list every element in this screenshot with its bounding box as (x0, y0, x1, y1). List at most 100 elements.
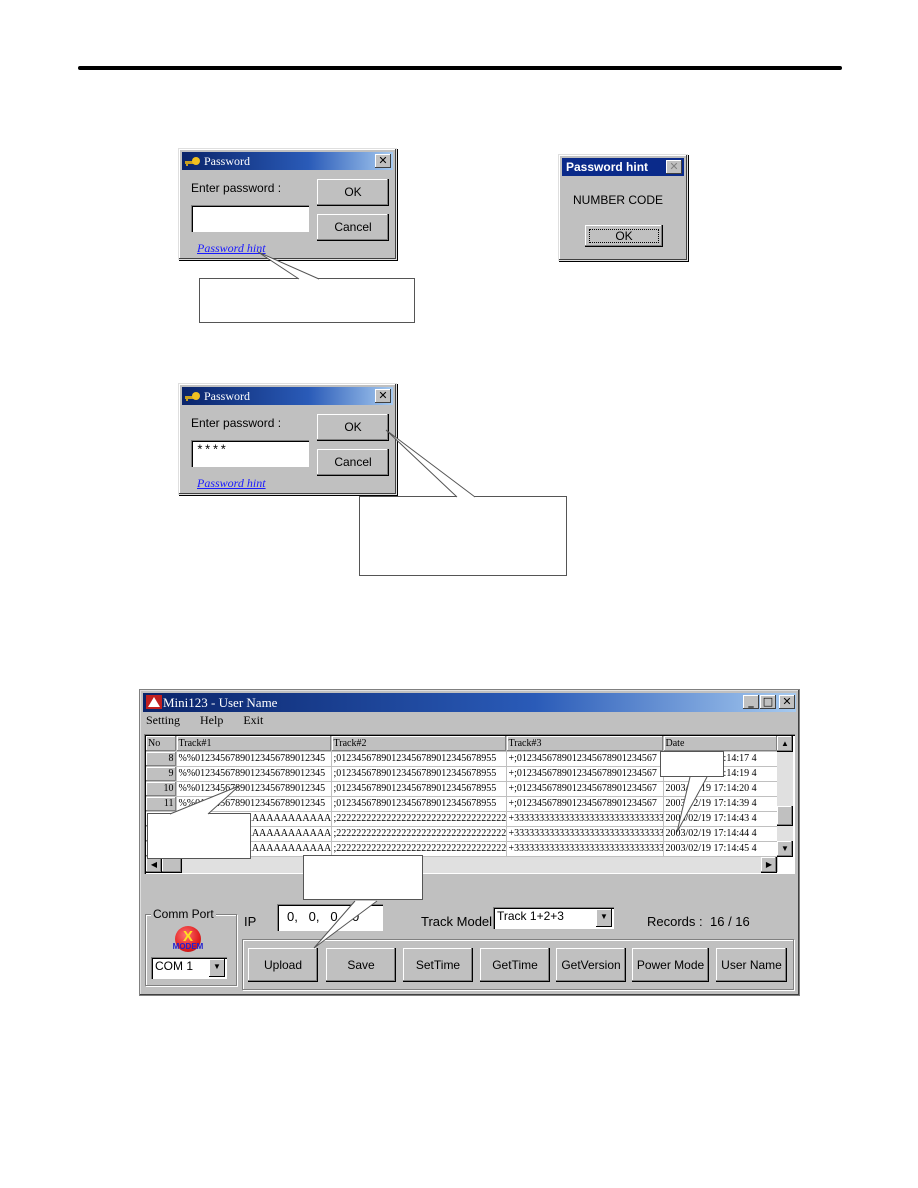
gettime-button[interactable]: GetTime (480, 948, 550, 982)
scroll-thumb[interactable] (162, 857, 182, 873)
ok-button[interactable]: OK (317, 414, 389, 441)
cancel-button[interactable]: Cancel (317, 449, 389, 476)
password-dialog-filled: Password ✕ Enter password : **** OK Canc… (178, 383, 397, 495)
comm-port-select[interactable]: COM 1 ▼ (151, 957, 227, 979)
settime-button[interactable]: SetTime (403, 948, 473, 982)
row-number[interactable]: 11 (146, 796, 177, 812)
scroll-left-icon[interactable]: ◀ (146, 857, 162, 873)
callout-box (147, 813, 251, 859)
vertical-scrollbar[interactable]: ▲ ▼ (777, 736, 793, 857)
password-input[interactable] (191, 205, 309, 232)
cancel-button[interactable]: Cancel (317, 214, 389, 241)
track2-cell: ;2222222222222222222222222222222222 (331, 811, 507, 827)
track3-cell: +;0123456789012345678901234567 (506, 766, 664, 782)
dropdown-arrow-icon[interactable]: ▼ (209, 959, 225, 977)
callout-box (359, 496, 567, 576)
callout-box (199, 278, 415, 323)
upload-button[interactable]: Upload (248, 948, 318, 982)
callout-leader-lines (169, 251, 708, 949)
key-icon (185, 392, 200, 401)
password-input[interactable]: **** (191, 440, 309, 467)
col-date[interactable]: Date (663, 736, 778, 752)
ok-button[interactable]: OK (585, 225, 663, 247)
close-button[interactable]: ✕ (375, 154, 391, 168)
track1-cell: %%01234567890123456789012345 (176, 781, 332, 797)
track-model-select[interactable]: Track 1+2+3 ▼ (493, 907, 614, 929)
track-model-value: Track 1+2+3 (497, 909, 564, 923)
dialog-title: Password (204, 389, 251, 403)
user-name-button[interactable]: User Name (716, 948, 787, 982)
title-bar: Password ✕ (182, 387, 393, 405)
title-bar: Mini123 - User Name _ □ ✕ (143, 693, 796, 712)
title-bar: Password ✕ (182, 152, 393, 170)
track3-cell: +;0123456789012345678901234567 (506, 796, 664, 812)
close-button[interactable]: ✕ (666, 160, 682, 174)
menu-setting[interactable]: Setting (143, 713, 180, 727)
scroll-up-icon[interactable]: ▲ (777, 736, 793, 752)
password-hint-link[interactable]: Password hint (197, 241, 266, 256)
getversion-button[interactable]: GetVersion (556, 948, 626, 982)
track-model-label: Track Model (421, 914, 493, 929)
records-label: Records : (647, 914, 703, 929)
password-hint-link[interactable]: Password hint (197, 476, 266, 491)
track2-cell: ;01234567890123456789012345678955 (331, 751, 507, 767)
menu-exit[interactable]: Exit (240, 713, 263, 727)
power-mode-button[interactable]: Power Mode (632, 948, 709, 982)
comm-port-label: Comm Port (151, 907, 216, 921)
menu-help[interactable]: Help (197, 713, 223, 727)
track3-cell: +333333333333333333333333333333 (506, 826, 664, 842)
table-row[interactable]: 10 %%01234567890123456789012345 ;012345678… (146, 781, 778, 797)
table-row[interactable]: 11 %%01234567890123456789012345 ;012345678… (146, 796, 778, 812)
app-logo-icon (146, 695, 162, 709)
track2-cell: ;2222222222222222222222222222222222 (331, 841, 507, 857)
key-icon (185, 157, 200, 166)
password-prompt: Enter password : (191, 181, 282, 195)
menu-bar: Setting Help Exit (143, 713, 277, 731)
records-count: 16 / 16 (710, 914, 750, 929)
date-cell: 2003/02/19 17:14:20 4 (663, 781, 778, 797)
row-number[interactable]: 9 (146, 766, 177, 782)
col-track2[interactable]: Track#2 (331, 736, 507, 752)
password-prompt: Enter password : (191, 416, 282, 430)
track3-cell: +;0123456789012345678901234567 (506, 751, 664, 767)
ip-label: IP (244, 914, 257, 929)
date-cell: 2003/02/19 17:14:45 4 (663, 841, 778, 857)
scroll-right-icon[interactable]: ▶ (761, 857, 777, 873)
close-button[interactable]: ✕ (375, 389, 391, 403)
row-number[interactable]: 10 (146, 781, 177, 797)
ip-address-input[interactable]: 0, 0, 0, 0 (277, 904, 383, 931)
track2-cell: ;2222222222222222222222222222222222 (331, 826, 507, 842)
maximize-button[interactable]: □ (760, 695, 776, 709)
comm-port-value: COM 1 (155, 959, 194, 973)
password-hint-dialog: Password hint ✕ NUMBER CODE OK (558, 154, 688, 261)
col-track3[interactable]: Track#3 (506, 736, 664, 752)
scroll-thumb[interactable] (777, 806, 793, 826)
ok-button[interactable]: OK (317, 179, 389, 206)
save-button[interactable]: Save (326, 948, 396, 982)
dropdown-arrow-icon[interactable]: ▼ (596, 909, 612, 927)
close-button[interactable]: ✕ (779, 695, 795, 709)
callout-box (303, 855, 423, 900)
minimize-button[interactable]: _ (743, 695, 759, 709)
horizontal-scrollbar[interactable]: ◀ ▶ (146, 857, 777, 873)
modem-status-icon: X MODEM (172, 926, 204, 954)
track2-cell: ;01234567890123456789012345678955 (331, 796, 507, 812)
callout-box (660, 751, 724, 777)
track1-cell: %%01234567890123456789012345 (176, 766, 332, 782)
page-header-rule (78, 66, 842, 70)
date-cell: 2003/02/19 17:14:43 4 (663, 811, 778, 827)
leader-line (385, 429, 476, 498)
track1-cell: %%01234567890123456789012345 (176, 751, 332, 767)
date-cell: 2003/02/19 17:14:39 4 (663, 796, 778, 812)
modem-label: MODEM (172, 942, 204, 951)
track3-cell: +333333333333333333333333333333 (506, 841, 664, 857)
window-title: Mini123 - User Name (163, 695, 278, 710)
scroll-down-icon[interactable]: ▼ (777, 841, 793, 857)
track2-cell: ;01234567890123456789012345678955 (331, 781, 507, 797)
track3-cell: +;0123456789012345678901234567 (506, 781, 664, 797)
row-number[interactable]: 8 (146, 751, 177, 767)
col-track1[interactable]: Track#1 (176, 736, 332, 752)
col-no[interactable]: No (146, 736, 177, 752)
hint-message: NUMBER CODE (573, 193, 664, 207)
track2-cell: ;01234567890123456789012345678955 (331, 766, 507, 782)
